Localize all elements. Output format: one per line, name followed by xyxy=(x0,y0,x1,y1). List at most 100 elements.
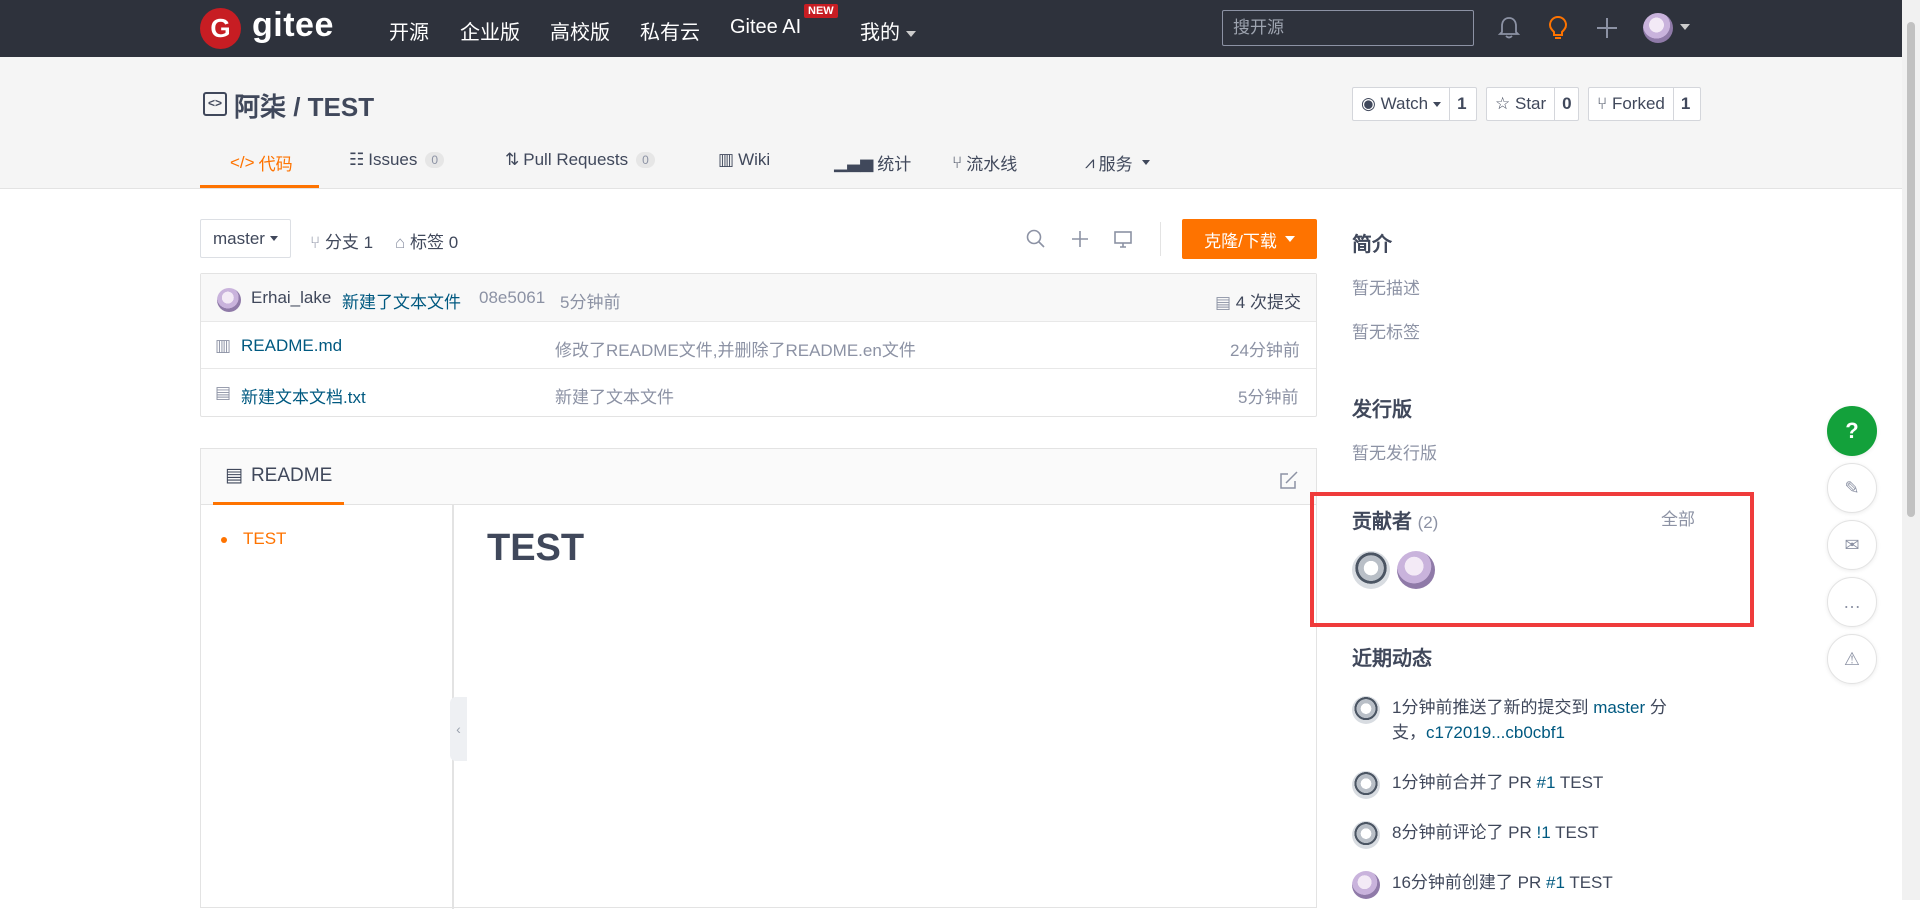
nav-education[interactable]: 高校版 xyxy=(550,16,610,45)
chat-icon[interactable]: … xyxy=(1827,577,1877,627)
fork-label: Forked xyxy=(1611,94,1665,113)
user-avatar[interactable] xyxy=(1643,13,1673,43)
star-count[interactable]: 0 xyxy=(1554,88,1578,120)
activity-avatar[interactable] xyxy=(1352,871,1380,899)
gitee-logo-text[interactable]: gitee xyxy=(252,6,334,45)
activity-text: 1分钟前合并了 PR #1 TEST xyxy=(1392,770,1692,795)
tab-stats[interactable]: ▁▃▅ 统计 xyxy=(834,150,911,175)
commit-count-link[interactable]: ▤ 4 次提交 xyxy=(1215,288,1301,313)
clone-download-button[interactable]: 克隆/下载 xyxy=(1182,219,1317,259)
star-icon: ☆ xyxy=(1495,94,1511,113)
add-file-icon[interactable] xyxy=(1069,228,1091,250)
feedback-edit-icon[interactable]: ✎ xyxy=(1827,463,1877,513)
issues-count-badge: 0 xyxy=(425,152,445,168)
search-icon[interactable] xyxy=(1025,228,1047,250)
branch-icon: ⑂ xyxy=(310,233,321,252)
file-commit-message[interactable]: 修改了README文件,并删除了README.en文件 xyxy=(555,336,916,361)
tab-code[interactable]: </> 代码 xyxy=(230,150,293,175)
activity-pr-link[interactable]: #1 xyxy=(1546,873,1565,892)
tab-pipeline-label: 流水线 xyxy=(966,155,1018,174)
tab-pipeline[interactable]: ⑂ 流水线 xyxy=(952,150,1017,175)
nav-gitee-ai[interactable]: Gitee AI xyxy=(730,16,801,39)
gitee-logo-icon[interactable]: G xyxy=(200,8,241,49)
tab-code-label: 代码 xyxy=(258,155,293,174)
commit-count: 4 次提交 xyxy=(1235,293,1301,312)
fork-button[interactable]: ⑂ Forked 1 xyxy=(1588,87,1701,121)
readme-tab[interactable]: ▤ README xyxy=(213,449,345,505)
page-scrollbar[interactable] xyxy=(1902,0,1920,900)
lightbulb-icon[interactable] xyxy=(1543,13,1573,43)
table-row[interactable]: ▥ README.md 修改了README文件,并删除了README.en文件 … xyxy=(201,321,1316,368)
activity-prefix: 8分钟前评论了 PR xyxy=(1392,823,1537,842)
commit-message[interactable]: 新建了文本文件 xyxy=(342,288,461,313)
avatar-chevron-down-icon[interactable] xyxy=(1680,24,1690,30)
plus-icon[interactable] xyxy=(1592,13,1622,43)
chevron-down-icon xyxy=(1141,160,1150,165)
contributor-avatar[interactable] xyxy=(1397,551,1435,589)
contributors-label: 贡献者 xyxy=(1352,511,1412,533)
activity-avatar[interactable] xyxy=(1352,696,1380,724)
mail-icon[interactable]: ✉ xyxy=(1827,520,1877,570)
activity-item: 1分钟前合并了 PR #1 TEST xyxy=(1352,770,1702,800)
nav-private-cloud[interactable]: 私有云 xyxy=(640,16,700,45)
activity-avatar[interactable] xyxy=(1352,771,1380,799)
activity-pr-link[interactable]: #1 xyxy=(1537,773,1556,792)
latest-commit-row: Erhai_lake 新建了文本文件 08e5061 5分钟前 ▤ 4 次提交 xyxy=(201,274,1316,321)
contributor-avatar[interactable] xyxy=(1352,551,1390,589)
file-name[interactable]: 新建文本文档.txt xyxy=(241,383,366,408)
no-release: 暂无发行版 xyxy=(1352,444,1437,463)
nav-mine[interactable]: 我的 xyxy=(860,16,916,45)
new-badge: NEW xyxy=(804,4,838,18)
commit-author[interactable]: Erhai_lake xyxy=(251,288,331,308)
branch-select[interactable]: master xyxy=(200,219,291,258)
activity-item: 8分钟前评论了 PR !1 TEST xyxy=(1352,820,1702,850)
tag-icon: ⌂ xyxy=(395,233,406,252)
tags-link[interactable]: ⌂ 标签 0 xyxy=(395,228,458,253)
edit-icon[interactable] xyxy=(1278,469,1300,491)
contributors-count: (2) xyxy=(1417,513,1439,532)
toc-item[interactable]: TEST xyxy=(221,529,286,549)
table-row[interactable]: ▤ 新建文本文档.txt 新建了文本文件 5分钟前 xyxy=(201,368,1316,415)
file-name[interactable]: README.md xyxy=(241,336,342,356)
activity-prefix: 16分钟前创建了 PR xyxy=(1392,873,1546,892)
readme-heading: TEST xyxy=(487,527,585,569)
tab-wiki[interactable]: ▥ Wiki xyxy=(718,150,770,170)
book-icon: ▥ xyxy=(718,150,735,169)
activity-pr-link[interactable]: !1 xyxy=(1537,823,1551,842)
code-icon: </> xyxy=(230,152,255,172)
release-title[interactable]: 发行版 xyxy=(1352,393,1412,422)
branches-link[interactable]: ⑂ 分支 1 xyxy=(310,228,373,253)
tab-issues[interactable]: ☷ Issues 0 xyxy=(349,150,445,170)
bell-icon[interactable] xyxy=(1494,13,1524,43)
readme-toc: TEST xyxy=(201,505,454,909)
commit-hash[interactable]: 08e5061 xyxy=(479,288,545,308)
nav-open-source[interactable]: 开源 xyxy=(389,16,429,45)
web-ide-icon[interactable] xyxy=(1112,228,1134,250)
chevron-down-icon xyxy=(1284,236,1295,242)
tab-services[interactable]: ⩘ 服务 xyxy=(1085,150,1150,175)
file-commit-message[interactable]: 新建了文本文件 xyxy=(555,383,674,408)
nav-mine-label: 我的 xyxy=(860,22,900,44)
contributors-title[interactable]: 贡献者 (2) xyxy=(1352,505,1438,534)
search-input[interactable] xyxy=(1222,10,1474,46)
watch-button[interactable]: ◉ Watch 1 xyxy=(1352,87,1477,121)
collapse-toc-chevron-left-icon[interactable]: ‹ xyxy=(450,697,467,761)
scrollbar-thumb[interactable] xyxy=(1907,22,1915,517)
fork-count[interactable]: 1 xyxy=(1672,88,1697,120)
no-description: 暂无描述 xyxy=(1352,279,1420,298)
repo-title[interactable]: 阿柒 / TEST xyxy=(234,87,374,124)
watch-count[interactable]: 1 xyxy=(1449,88,1473,120)
branch-select-label: master xyxy=(213,228,265,248)
activity-commit-range-link[interactable]: c172019...cb0cbf1 xyxy=(1426,723,1565,742)
activity-avatar[interactable] xyxy=(1352,821,1380,849)
tab-pull-requests[interactable]: ⇅ Pull Requests 0 xyxy=(505,150,655,170)
watch-label: Watch xyxy=(1380,94,1429,113)
file-time: 24分钟前 xyxy=(1230,341,1300,360)
star-button[interactable]: ☆ Star 0 xyxy=(1486,87,1579,121)
help-button[interactable]: ? xyxy=(1827,406,1877,456)
nav-enterprise[interactable]: 企业版 xyxy=(460,16,520,45)
warning-icon[interactable]: ⚠ xyxy=(1827,634,1877,684)
contributors-all-link[interactable]: 全部 xyxy=(1661,505,1695,530)
activity-branch-link[interactable]: master xyxy=(1593,698,1645,717)
commit-author-avatar[interactable] xyxy=(217,288,241,312)
